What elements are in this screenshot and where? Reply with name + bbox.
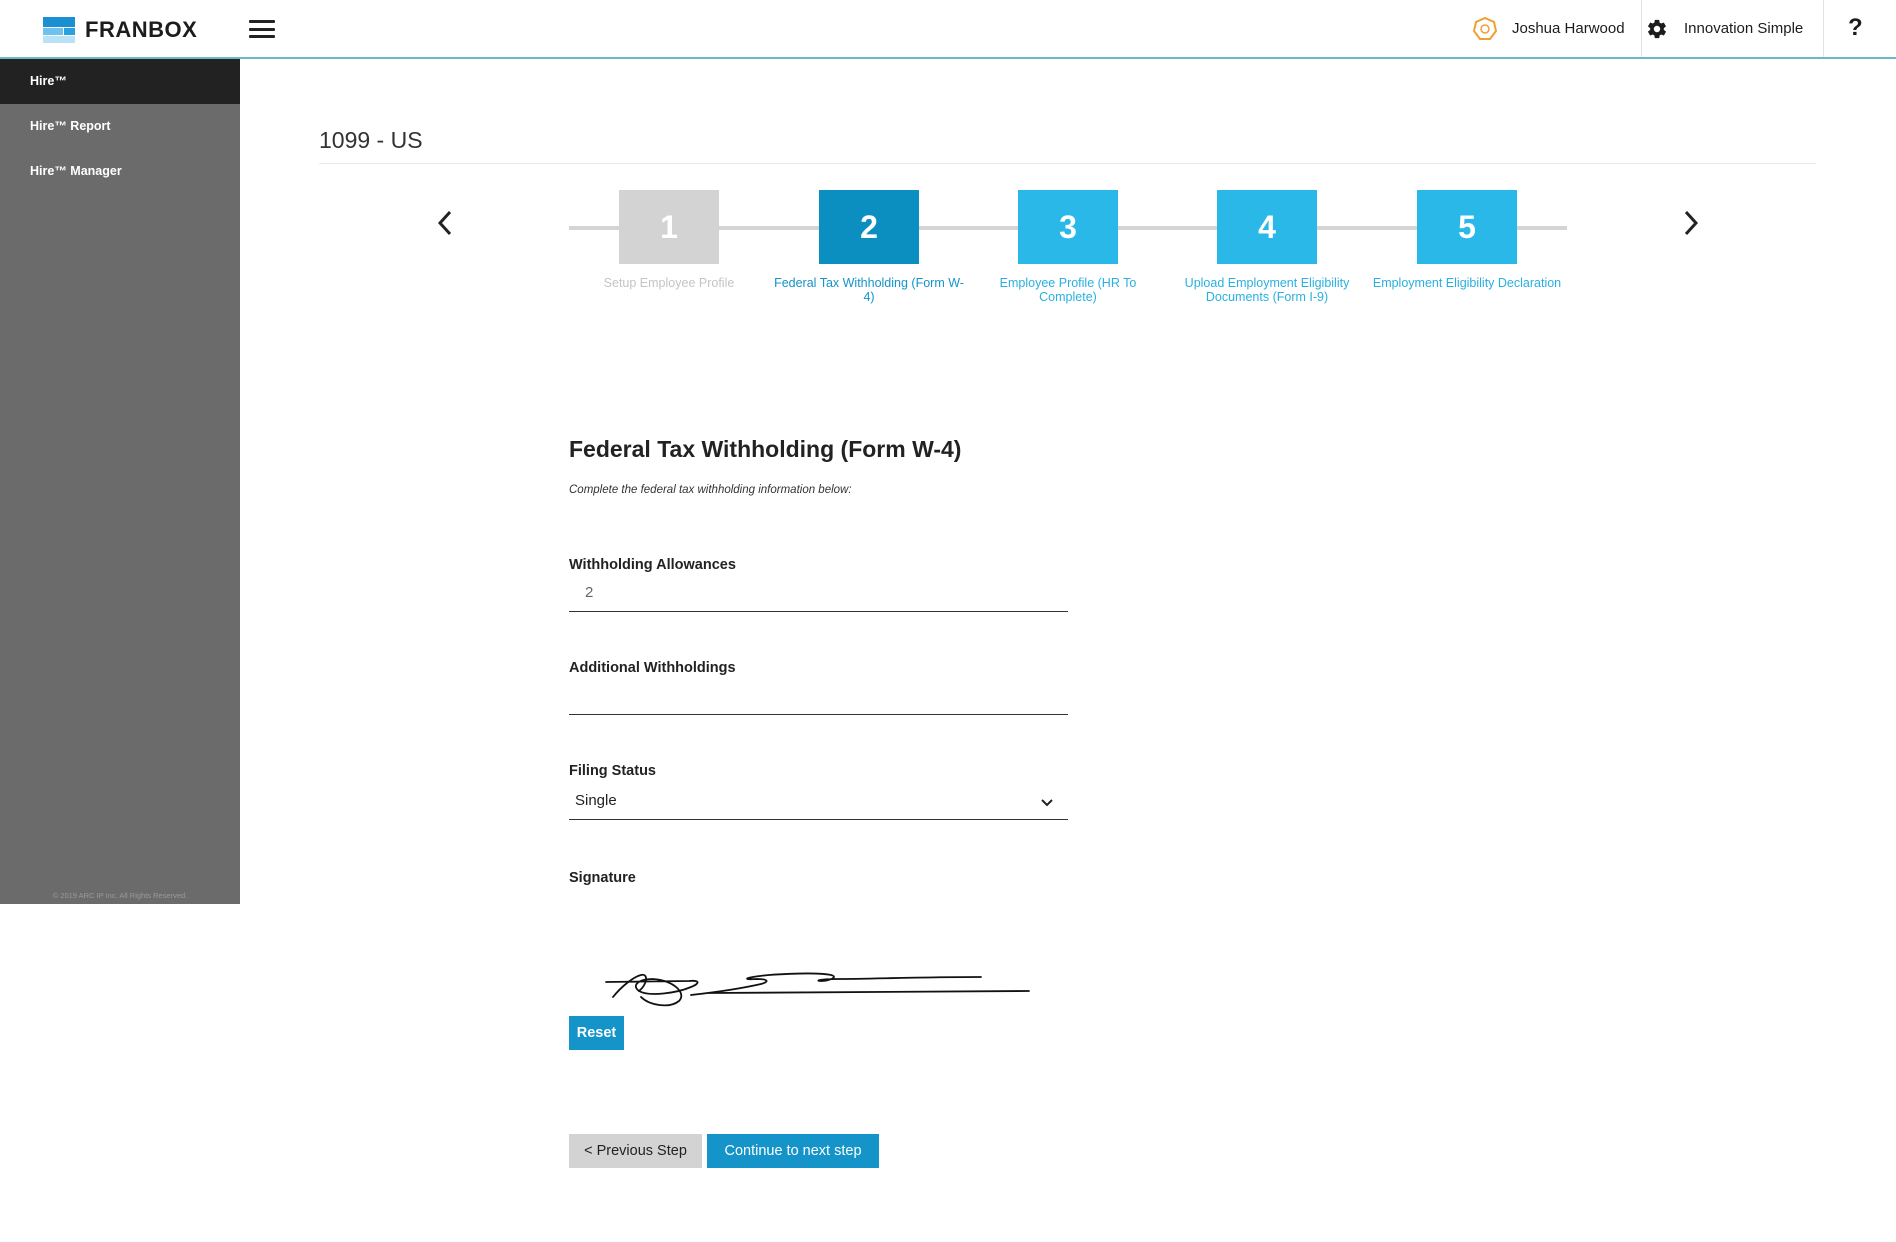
signature-pad[interactable] (569, 935, 1069, 1015)
form-heading: Federal Tax Withholding (Form W-4) (569, 436, 962, 462)
step-5-number: 5 (1417, 190, 1517, 264)
sidebar-item-hire[interactable]: Hire™ (0, 59, 240, 104)
franbox-logo[interactable]: FRANBOX (43, 17, 197, 43)
chevron-down-icon (1041, 799, 1053, 807)
additional-withholdings-label: Additional Withholdings (569, 660, 736, 676)
continue-next-step-button[interactable]: Continue to next step (707, 1134, 879, 1168)
step-1-number: 1 (619, 190, 719, 264)
chevron-left-icon[interactable] (434, 208, 456, 238)
user-menu[interactable]: Joshua Harwood (1472, 0, 1642, 57)
step-4-label: Upload Employment Eligibility Documents … (1184, 276, 1350, 304)
signature-drawing (605, 972, 1030, 1007)
withholding-allowances-field[interactable]: 2 (569, 584, 1068, 612)
step-4-number: 4 (1217, 190, 1317, 264)
logo-text: FRANBOX (85, 17, 198, 42)
step-5[interactable]: 5 Employment Eligibility Declaration (1367, 190, 1567, 290)
withholding-allowances-label: Withholding Allowances (569, 557, 736, 573)
withholding-allowances-value: 2 (585, 584, 594, 601)
step-3[interactable]: 3 Employee Profile (HR To Complete) (968, 190, 1168, 304)
step-2-label: Federal Tax Withholding (Form W-4) (774, 276, 964, 304)
copyright-footer: © 2019 ARC IP Inc. All Rights Reserved. (52, 891, 188, 900)
sidebar: Hire™ Hire™ Report Hire™ Manager © 2019 … (0, 59, 240, 904)
step-3-label: Employee Profile (HR To Complete) (999, 276, 1137, 304)
top-header: FRANBOX Joshua Harwood Innovation Simple… (0, 0, 1896, 59)
form-subtitle: Complete the federal tax withholding inf… (569, 484, 852, 496)
step-1-label: Setup Employee Profile (603, 276, 735, 290)
previous-step-button[interactable]: < Previous Step (569, 1134, 702, 1168)
step-2-number: 2 (819, 190, 919, 264)
sidebar-item-hire-manager[interactable]: Hire™ Manager (0, 149, 240, 194)
filing-status-value: Single (575, 792, 617, 809)
additional-withholdings-field[interactable] (569, 687, 1068, 715)
step-4[interactable]: 4 Upload Employment Eligibility Document… (1167, 190, 1367, 304)
filing-status-select[interactable]: Single (569, 792, 1068, 820)
organization-name: Innovation Simple (1684, 20, 1804, 37)
step-1[interactable]: 1 Setup Employee Profile (569, 190, 769, 290)
reset-signature-button[interactable]: Reset (569, 1016, 624, 1050)
additional-withholdings-value (569, 687, 585, 704)
w4-form-heading-wrap: Federal Tax Withholding (Form W-4) (569, 436, 1069, 463)
sidebar-item-hire-report[interactable]: Hire™ Report (0, 104, 240, 149)
step-3-number: 3 (1018, 190, 1118, 264)
hamburger-icon[interactable] (249, 20, 275, 38)
filing-status-label: Filing Status (569, 763, 656, 779)
step-2[interactable]: 2 Federal Tax Withholding (Form W-4) (769, 190, 969, 304)
chevron-right-icon[interactable] (1680, 208, 1702, 238)
step-5-label: Employment Eligibility Declaration (1372, 276, 1562, 290)
user-avatar-icon (1472, 16, 1498, 40)
signature-label: Signature (569, 870, 636, 886)
gear-icon (1648, 19, 1666, 38)
title-divider (319, 163, 1816, 164)
organization-menu[interactable]: Innovation Simple (1646, 0, 1825, 57)
page-title: 1099 - US (319, 127, 423, 153)
franbox-logo-icon (43, 17, 75, 43)
help-button[interactable]: ? (1848, 14, 1863, 42)
user-name: Joshua Harwood (1512, 20, 1625, 37)
